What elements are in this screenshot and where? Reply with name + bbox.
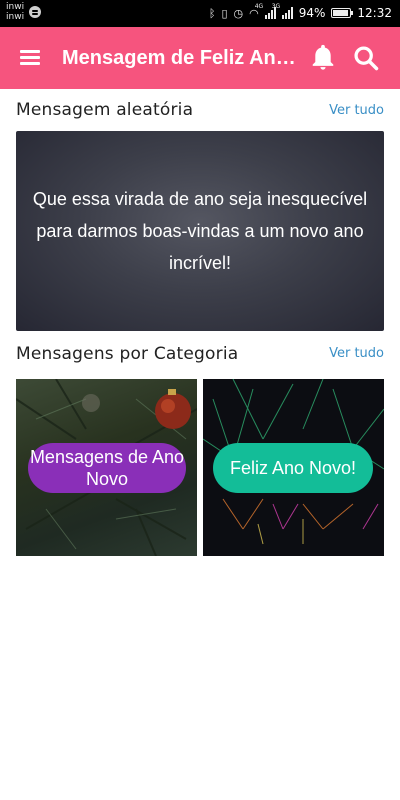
menu-icon[interactable] bbox=[17, 45, 43, 71]
status-icons: ᛒ ▯ ◷ ◠ 4G 3G 94% 12:32 bbox=[208, 3, 392, 21]
network-2: 3G bbox=[271, 3, 281, 10]
random-section-title: Mensagem aleatória bbox=[16, 100, 194, 120]
category-see-all-link[interactable]: Ver tudo bbox=[329, 346, 384, 361]
category-pill-feliz-ano-novo: Feliz Ano Novo! bbox=[213, 443, 373, 493]
vibrate-icon: ▯ bbox=[221, 6, 228, 20]
category-pill-ano-novo: Mensagens de Ano Novo bbox=[28, 443, 186, 493]
category-card-feliz-ano-novo[interactable]: Feliz Ano Novo! bbox=[203, 379, 384, 556]
random-message-text: Que essa virada de ano seja inesquecível… bbox=[32, 189, 368, 273]
network-1: 4G bbox=[254, 3, 264, 10]
carrier-1: inwi bbox=[6, 2, 25, 12]
random-see-all-link[interactable]: Ver tudo bbox=[329, 103, 384, 118]
spotify-icon bbox=[29, 6, 41, 18]
battery-percent: 94% bbox=[298, 6, 326, 20]
carrier-labels: inwi inwi bbox=[6, 2, 24, 22]
bell-icon[interactable] bbox=[309, 44, 337, 72]
battery-icon bbox=[331, 8, 354, 18]
app-bar: Mensagem de Feliz Ano Novo bbox=[0, 27, 400, 89]
category-section-title: Mensagens por Categoria bbox=[16, 344, 239, 364]
carrier-2: inwi bbox=[6, 12, 25, 22]
signal-icon-2: 3G bbox=[272, 3, 293, 19]
category-card-ano-novo[interactable]: Mensagens de Ano Novo bbox=[16, 379, 197, 556]
random-message-card[interactable]: Que essa virada de ano seja inesquecível… bbox=[16, 131, 384, 331]
status-bar: inwi inwi ᛒ ▯ ◷ ◠ 4G 3G 94% 12:32 bbox=[0, 0, 400, 27]
search-icon[interactable] bbox=[352, 44, 380, 72]
bluetooth-icon: ᛒ bbox=[208, 6, 216, 20]
battery-level bbox=[333, 10, 349, 16]
app-title: Mensagem de Feliz Ano Novo bbox=[62, 47, 300, 69]
clock: 12:32 bbox=[357, 6, 392, 20]
alarm-icon: ◷ bbox=[233, 6, 244, 20]
